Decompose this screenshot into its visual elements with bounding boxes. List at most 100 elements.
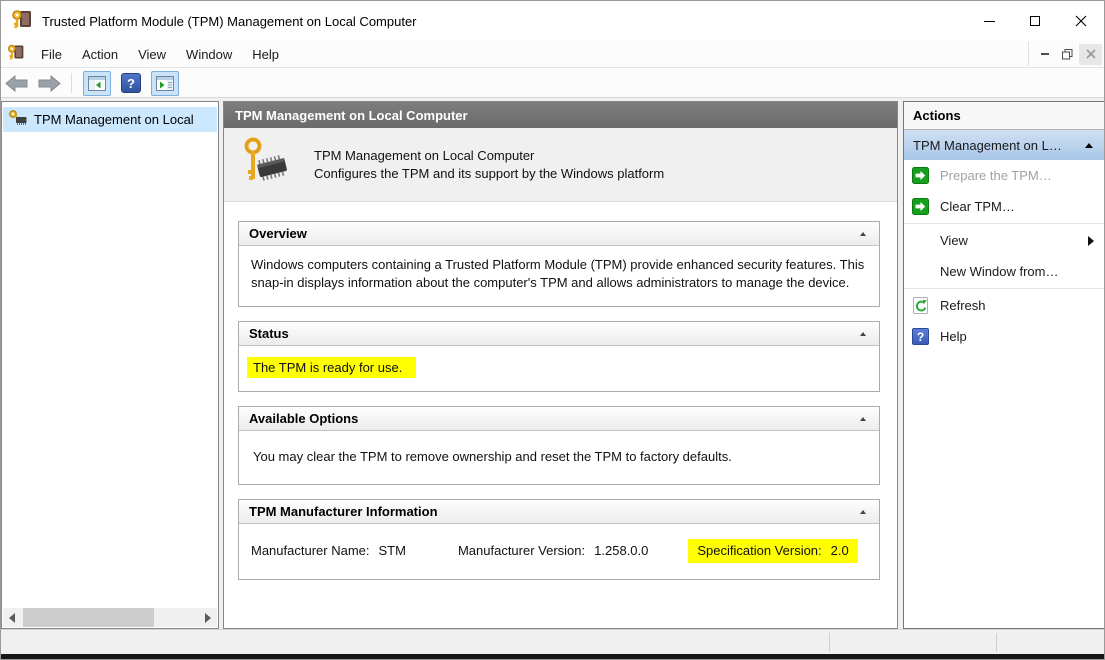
overview-section-header: Overview — [239, 222, 879, 246]
menu-window[interactable]: Window — [176, 43, 242, 66]
actions-group-header[interactable]: TPM Management on L… — [904, 130, 1104, 160]
help-icon: ? — [912, 328, 929, 345]
collapse-up-icon — [860, 417, 866, 421]
menu-file[interactable]: File — [31, 43, 72, 66]
results-content: Overview Windows computers containing a … — [224, 203, 897, 628]
scroll-right-icon — [205, 613, 211, 623]
menu-view[interactable]: View — [128, 43, 176, 66]
tree-item-tpm-management[interactable]: TPM Management on Local — [3, 107, 217, 132]
action-new-window[interactable]: New Window from… — [904, 256, 1104, 287]
mdi-minimize-button[interactable] — [1033, 44, 1056, 65]
action-clear-tpm[interactable]: Clear TPM… — [904, 191, 1104, 222]
mdi-restore-button[interactable] — [1056, 44, 1079, 65]
console-tree-pane: TPM Management on Local — [1, 101, 219, 629]
manufacturer-name-label: Manufacturer Name: — [251, 542, 370, 560]
overview-collapse-button[interactable] — [857, 229, 869, 239]
title-bar: Trusted Platform Module (TPM) Management… — [1, 1, 1104, 41]
actions-pane: Actions TPM Management on L… Prepare the… — [903, 101, 1105, 629]
tpm-node-icon — [8, 108, 28, 131]
submenu-arrow-icon — [1088, 236, 1094, 246]
help-question-glyph: ? — [127, 76, 135, 91]
actions-separator — [904, 288, 1104, 289]
horizontal-scrollbar[interactable] — [3, 608, 217, 627]
status-bar-divider — [996, 633, 997, 652]
window-title: Trusted Platform Module (TPM) Management… — [42, 14, 417, 29]
status-section: Status The TPM is ready for use. — [238, 321, 880, 392]
minimize-icon — [984, 21, 995, 22]
scroll-left-icon — [9, 613, 15, 623]
show-action-pane-button[interactable] — [151, 71, 179, 96]
console-tree-icon — [88, 76, 106, 91]
scroll-left-button[interactable] — [3, 608, 21, 627]
status-message-highlighted: The TPM is ready for use. — [247, 357, 416, 378]
action-refresh[interactable]: Refresh — [904, 290, 1104, 321]
banner-subtitle: Configures the TPM and its support by th… — [314, 165, 664, 183]
manufacturer-body: Manufacturer Name: STM Manufacturer Vers… — [239, 524, 879, 579]
refresh-icon — [912, 297, 929, 314]
status-section-header: Status — [239, 322, 879, 346]
mdi-close-button[interactable] — [1079, 44, 1102, 65]
manufacturer-version-value: 1.258.0.0 — [594, 542, 648, 560]
banner-text: TPM Management on Local Computer Configu… — [314, 147, 664, 183]
main-area: TPM Management on Local TPM Management o… — [1, 98, 1104, 631]
action-view[interactable]: View — [904, 225, 1104, 256]
back-button[interactable] — [5, 75, 29, 92]
manufacturer-collapse-button[interactable] — [857, 507, 869, 517]
mdi-window-controls — [1028, 42, 1102, 66]
collapse-up-icon — [860, 232, 866, 236]
status-collapse-button[interactable] — [857, 329, 869, 339]
status-bar — [1, 629, 1104, 654]
forward-button[interactable] — [37, 75, 61, 92]
collapse-up-icon — [1085, 143, 1093, 148]
specification-version-field-highlighted: Specification Version: 2.0 — [688, 539, 857, 563]
available-options-section-header: Available Options — [239, 407, 879, 431]
toolbar-help-button[interactable]: ? — [121, 73, 141, 93]
green-arrow-icon — [912, 198, 929, 215]
available-options-body: You may clear the TPM to remove ownershi… — [239, 431, 879, 484]
actions-pane-header: Actions — [904, 102, 1104, 130]
overview-section: Overview Windows computers containing a … — [238, 221, 880, 307]
manufacturer-version-field: Manufacturer Version: 1.258.0.0 — [458, 542, 648, 560]
action-prepare-tpm[interactable]: Prepare the TPM… — [904, 160, 1104, 191]
action-new-window-label: New Window from… — [940, 264, 1058, 279]
overview-title: Overview — [249, 226, 307, 241]
manufacturer-section-header: TPM Manufacturer Information — [239, 500, 879, 524]
action-refresh-label: Refresh — [940, 298, 986, 313]
close-icon — [1075, 15, 1087, 27]
available-options-collapse-button[interactable] — [857, 414, 869, 424]
actions-group-collapse-button[interactable] — [1083, 141, 1095, 150]
manufacturer-version-label: Manufacturer Version: — [458, 542, 585, 560]
menu-action[interactable]: Action — [72, 43, 128, 66]
menu-bar: File Action View Window Help — [1, 41, 1104, 68]
manufacturer-section: TPM Manufacturer Information Manufacture… — [238, 499, 880, 580]
help-question-glyph: ? — [917, 330, 924, 344]
available-options-section: Available Options You may clear the TPM … — [238, 406, 880, 485]
minimize-button[interactable] — [966, 1, 1012, 41]
console-document-icon — [7, 43, 25, 66]
available-options-title: Available Options — [249, 411, 358, 426]
maximize-button[interactable] — [1012, 1, 1058, 41]
scrollbar-thumb[interactable] — [23, 608, 154, 627]
overview-body: Windows computers containing a Trusted P… — [239, 246, 879, 306]
action-help[interactable]: ? Help — [904, 321, 1104, 352]
action-pane-icon — [156, 76, 174, 91]
tree-item-label: TPM Management on Local — [34, 112, 194, 127]
collapse-up-icon — [860, 510, 866, 514]
actions-separator — [904, 223, 1104, 224]
window-bottom-edge — [1, 654, 1104, 659]
back-arrow-icon — [5, 75, 29, 92]
action-clear-tpm-label: Clear TPM… — [940, 199, 1015, 214]
show-console-tree-button[interactable] — [83, 71, 111, 96]
close-button[interactable] — [1058, 1, 1104, 41]
results-pane-header: TPM Management on Local Computer — [224, 102, 897, 128]
mdi-close-icon — [1086, 49, 1096, 59]
toolbar: ? — [1, 69, 1104, 98]
menu-help[interactable]: Help — [242, 43, 289, 66]
specification-version-label: Specification Version: — [697, 542, 821, 560]
specification-version-value: 2.0 — [831, 542, 849, 560]
manufacturer-name-value: STM — [379, 542, 406, 560]
scroll-right-button[interactable] — [199, 608, 217, 627]
manufacturer-name-field: Manufacturer Name: STM — [251, 542, 406, 560]
tpm-key-icon — [11, 8, 33, 35]
results-pane: TPM Management on Local Computer — [223, 101, 898, 629]
